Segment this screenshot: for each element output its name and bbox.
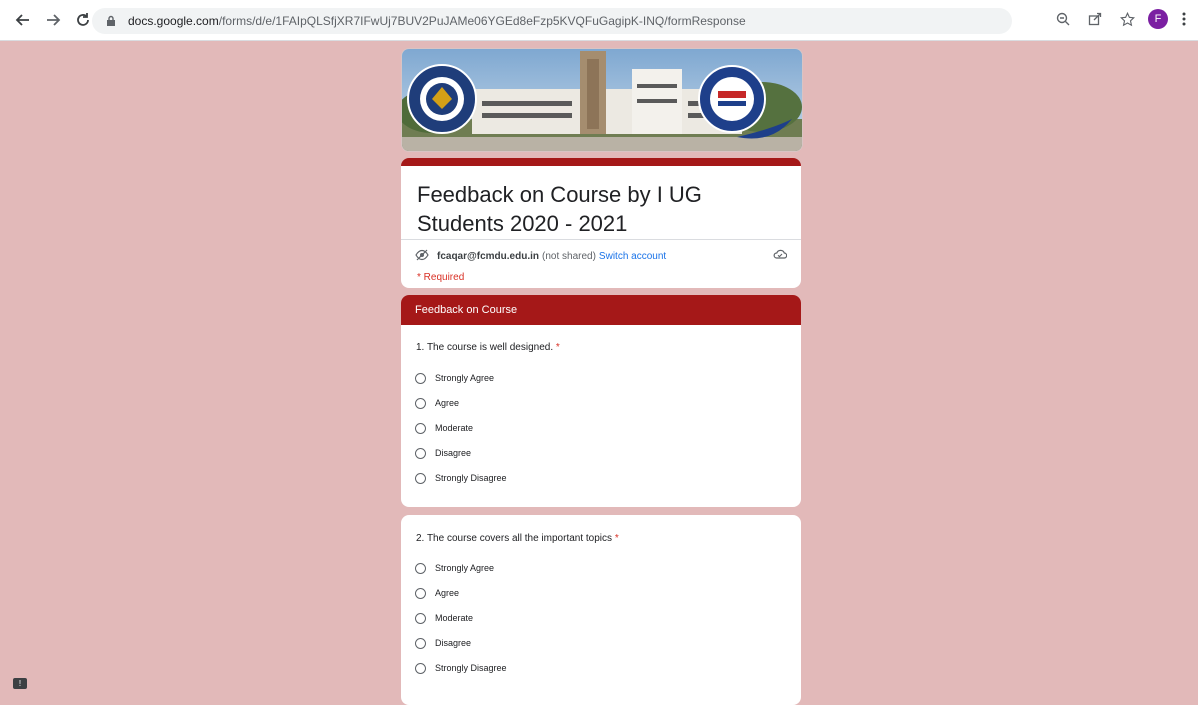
section-card: Feedback on Course 1. The course is well… [401, 295, 801, 507]
account-row: fcaqar@fcmdu.edu.in (not shared) Switch … [415, 248, 788, 264]
question-2-card: 2. The course covers all the important t… [401, 515, 801, 705]
zoom-icon[interactable] [1052, 8, 1074, 30]
q1-option-strongly-disagree[interactable]: Strongly Disagree [415, 471, 507, 485]
q2-option-agree[interactable]: Agree [415, 586, 459, 600]
option-label: Agree [435, 588, 460, 598]
form-header-image [401, 48, 803, 152]
q1-option-strongly-agree[interactable]: Strongly Agree [415, 371, 494, 385]
not-shared-label: (not shared) [542, 250, 596, 262]
address-bar[interactable]: docs.google.com/forms/d/e/1FAIpQLSfjXR7I… [92, 8, 1012, 34]
cloud-save-icon [773, 248, 788, 263]
radio-button[interactable] [415, 612, 426, 624]
question-text: 2. The course covers all the important t… [416, 533, 613, 544]
form-title-card: Feedback on Course by I UG Students 2020… [401, 158, 801, 288]
divider [401, 239, 801, 240]
lock-icon[interactable] [106, 14, 120, 28]
radio-button[interactable] [415, 637, 426, 649]
radio-button[interactable] [415, 472, 426, 484]
radio-button[interactable] [415, 662, 426, 674]
q2-option-disagree[interactable]: Disagree [415, 636, 471, 650]
avatar[interactable]: F [1148, 9, 1168, 29]
question-text: 1. The course is well designed. [416, 342, 554, 353]
required-mark: * [555, 342, 560, 353]
option-label: Strongly Disagree [435, 663, 507, 673]
question-2-title: 2. The course covers all the important t… [416, 533, 619, 544]
forward-icon[interactable] [40, 7, 66, 33]
radio-button[interactable] [415, 422, 426, 434]
required-note: * Required [417, 272, 465, 283]
radio-button[interactable] [415, 397, 426, 409]
option-label: Strongly Agree [435, 373, 495, 383]
not-shared-icon [415, 249, 429, 264]
q2-option-strongly-disagree[interactable]: Strongly Disagree [415, 661, 507, 675]
url-host: docs.google.com [128, 14, 219, 28]
q1-option-disagree[interactable]: Disagree [415, 446, 471, 460]
option-label: Moderate [435, 613, 474, 623]
url-text: docs.google.com/forms/d/e/1FAIpQLSfjXR7I… [128, 14, 746, 28]
q2-option-moderate[interactable]: Moderate [415, 611, 473, 625]
option-label: Strongly Disagree [435, 473, 507, 483]
url-path: /forms/d/e/1FAIpQLSfjXR7IFwUj7BUV2PuJAMe… [218, 14, 746, 28]
radio-button[interactable] [415, 447, 426, 459]
option-label: Moderate [435, 423, 474, 433]
option-label: Disagree [435, 448, 472, 458]
share-icon[interactable] [1084, 8, 1106, 30]
option-label: Disagree [435, 638, 472, 648]
account-email: fcaqar@fcmdu.edu.in [437, 250, 539, 262]
question-1-title: 1. The course is well designed. * [416, 342, 560, 353]
option-label: Strongly Agree [435, 563, 495, 573]
q1-option-agree[interactable]: Agree [415, 396, 459, 410]
report-feedback-icon[interactable]: ! [13, 678, 27, 689]
menu-icon[interactable] [1178, 8, 1190, 30]
radio-button[interactable] [415, 372, 426, 384]
back-icon[interactable] [10, 7, 36, 33]
radio-button[interactable] [415, 562, 426, 574]
star-icon[interactable] [1116, 8, 1138, 30]
switch-account-link[interactable]: Switch account [599, 251, 666, 262]
form-title: Feedback on Course by I UG Students 2020… [417, 182, 702, 236]
q2-option-strongly-agree[interactable]: Strongly Agree [415, 561, 494, 575]
section-title: Feedback on Course [401, 295, 801, 325]
required-mark: * [614, 533, 619, 544]
q1-option-moderate[interactable]: Moderate [415, 421, 473, 435]
browser-toolbar: docs.google.com/forms/d/e/1FAIpQLSfjXR7I… [0, 0, 1198, 41]
option-label: Agree [435, 398, 460, 408]
radio-button[interactable] [415, 587, 426, 599]
